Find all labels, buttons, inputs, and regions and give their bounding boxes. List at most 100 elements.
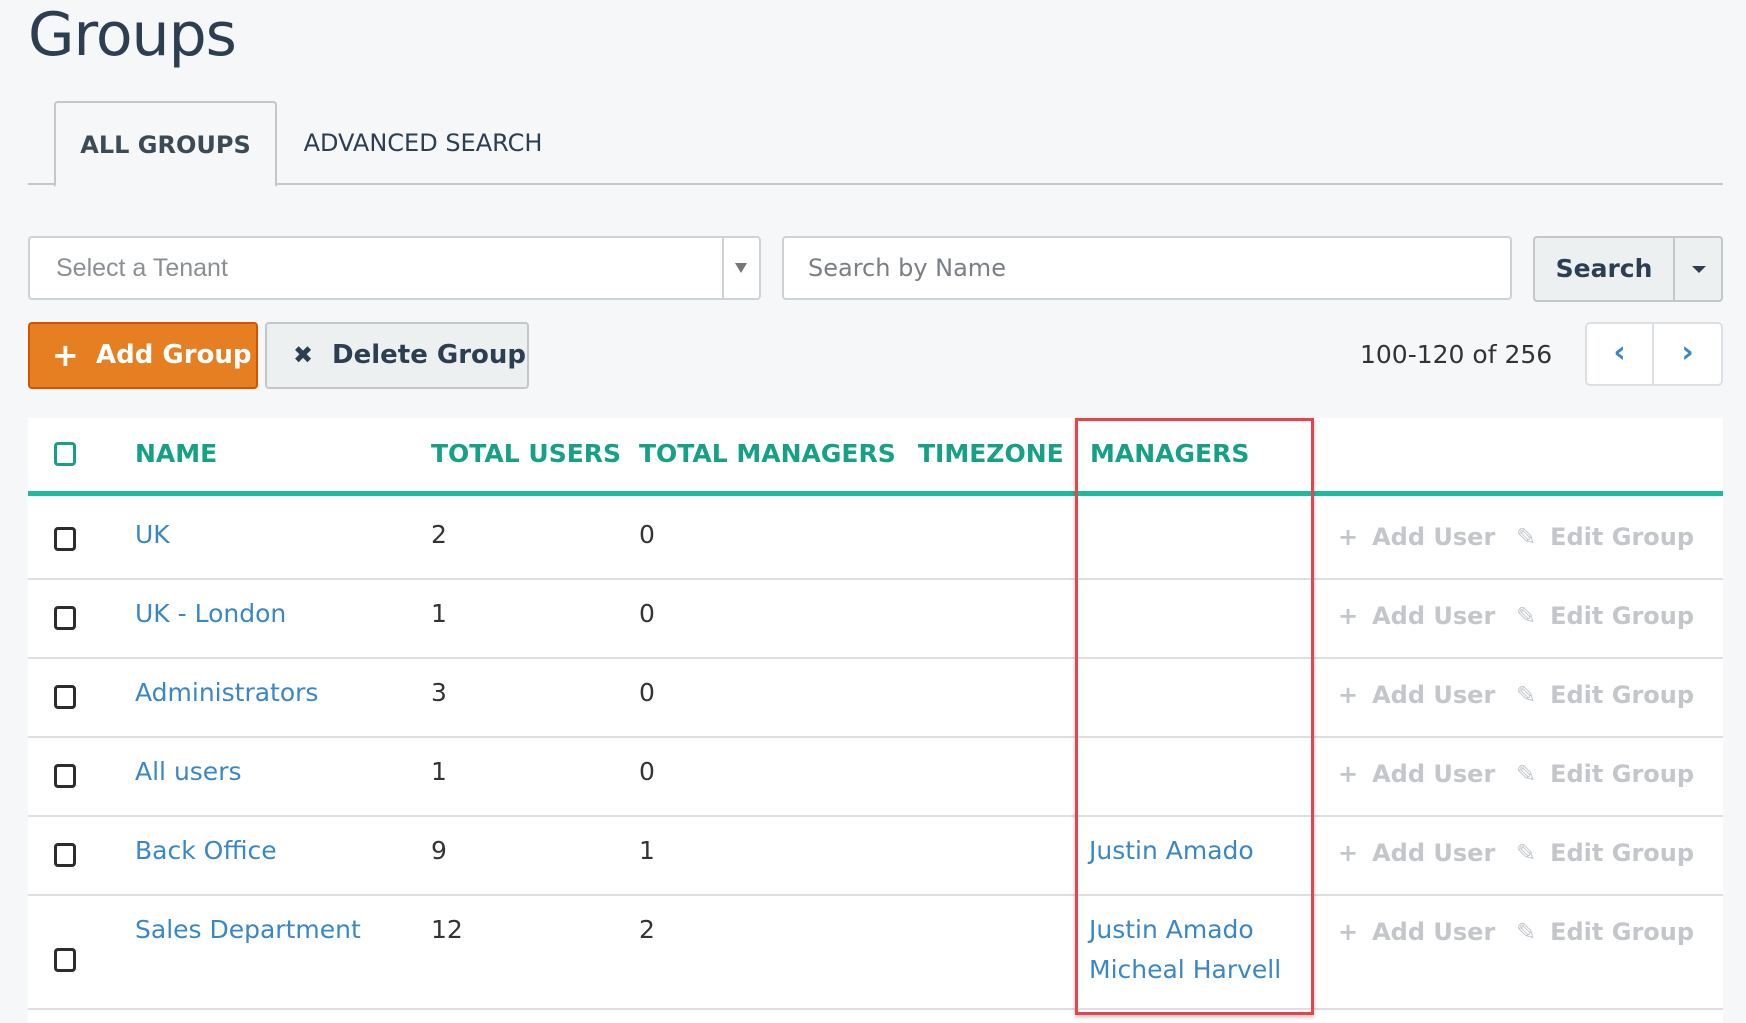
total-users-value: 2 [431, 520, 447, 549]
group-name-link[interactable]: Administrators [135, 673, 318, 713]
row-checkbox[interactable] [54, 948, 76, 972]
edit-group-label: Edit Group [1550, 602, 1695, 630]
caret-down-icon [735, 263, 747, 273]
total-users-value: 12 [431, 915, 463, 944]
plus-icon: + [1338, 681, 1359, 709]
edit-group-button[interactable]: ✎ Edit Group [1516, 754, 1694, 794]
caret-down-icon [1692, 266, 1706, 273]
edit-icon: ✎ [1516, 681, 1537, 709]
edit-icon: ✎ [1516, 602, 1537, 630]
tab-advanced-search[interactable]: ADVANCED SEARCH [288, 101, 558, 185]
group-name-link[interactable]: UK [135, 515, 170, 555]
column-header-managers[interactable]: MANAGERS [1090, 418, 1249, 490]
select-all-checkbox[interactable] [54, 442, 76, 466]
manager-link[interactable]: Micheal Harvell [1089, 950, 1281, 990]
add-group-label: Add Group [96, 340, 252, 370]
table-row: All users 1 0 + Add User ✎ Edit Group [28, 738, 1723, 817]
delete-group-button[interactable]: ✖ Delete Group [265, 322, 529, 389]
tenant-select-toggle[interactable] [722, 238, 759, 298]
manager-link[interactable]: Justin Amado [1089, 831, 1254, 871]
edit-group-label: Edit Group [1550, 681, 1695, 709]
plus-icon: + [1338, 918, 1359, 946]
edit-group-label: Edit Group [1550, 523, 1695, 551]
search-button[interactable]: Search [1535, 238, 1673, 300]
add-user-label: Add User [1372, 918, 1496, 946]
edit-group-label: Edit Group [1550, 839, 1695, 867]
pagination-controls: ‹ › [1585, 322, 1723, 386]
edit-icon: ✎ [1516, 918, 1537, 946]
edit-icon: ✎ [1516, 839, 1537, 867]
total-users-value: 1 [431, 599, 447, 628]
tenant-select[interactable]: Select a Tenant [28, 236, 761, 300]
search-options-dropdown-button[interactable] [1673, 238, 1721, 300]
group-name-link[interactable]: UK - London [135, 594, 286, 634]
column-header-total-users[interactable]: TOTAL USERS [431, 418, 621, 490]
manager-link[interactable]: Justin Amado [1089, 910, 1281, 950]
add-user-button[interactable]: + Add User [1338, 833, 1495, 873]
add-user-label: Add User [1372, 602, 1496, 630]
row-checkbox[interactable] [54, 843, 76, 867]
add-user-label: Add User [1372, 839, 1496, 867]
group-name-link[interactable]: Sales Department [135, 910, 361, 950]
table-row: UK 2 0 + Add User ✎ Edit Group [28, 501, 1723, 580]
plus-icon: + [1338, 523, 1359, 551]
add-user-button[interactable]: + Add User [1338, 517, 1495, 557]
total-managers-value: 0 [639, 678, 655, 707]
add-user-button[interactable]: + Add User [1338, 754, 1495, 794]
managers-cell: Justin Amado [1089, 831, 1254, 871]
add-user-button[interactable]: + Add User [1338, 912, 1495, 952]
add-group-button[interactable]: + Add Group [28, 322, 258, 389]
add-user-label: Add User [1372, 760, 1496, 788]
search-by-name-input[interactable] [782, 236, 1512, 300]
plus-icon: + [1338, 760, 1359, 788]
edit-group-button[interactable]: ✎ Edit Group [1516, 675, 1694, 715]
row-checkbox[interactable] [54, 527, 76, 551]
group-name-link[interactable]: Back Office [135, 831, 277, 871]
total-users-value: 3 [431, 678, 447, 707]
table-row: Sales Department 12 2 Justin Amado Micheal H… [28, 896, 1723, 1010]
add-user-label: Add User [1372, 681, 1496, 709]
plus-icon: + [1338, 602, 1359, 630]
close-icon: ✖ [293, 341, 314, 369]
row-checkbox[interactable] [54, 606, 76, 630]
edit-group-button[interactable]: ✎ Edit Group [1516, 596, 1694, 636]
total-managers-value: 0 [639, 757, 655, 786]
table-row: Back Office 9 1 Justin Amado + Add User ✎ Edit … [28, 817, 1723, 896]
tab-bar: ALL GROUPS ADVANCED SEARCH [28, 101, 1723, 187]
add-user-button[interactable]: + Add User [1338, 596, 1495, 636]
page-title: Groups [28, 0, 237, 70]
edit-group-label: Edit Group [1550, 760, 1695, 788]
plus-icon: + [52, 336, 79, 374]
row-checkbox[interactable] [54, 764, 76, 788]
tenant-select-placeholder: Select a Tenant [56, 254, 228, 282]
column-header-timezone[interactable]: TIMEZONE [918, 418, 1064, 490]
total-managers-value: 0 [639, 599, 655, 628]
add-user-button[interactable]: + Add User [1338, 675, 1495, 715]
managers-cell: Justin Amado Micheal Harvell [1089, 910, 1281, 990]
column-header-total-managers[interactable]: TOTAL MANAGERS [639, 418, 896, 490]
group-name-link[interactable]: All users [135, 752, 242, 792]
edit-group-button[interactable]: ✎ Edit Group [1516, 517, 1694, 557]
edit-icon: ✎ [1516, 760, 1537, 788]
row-checkbox[interactable] [54, 685, 76, 709]
chevron-left-icon: ‹ [1613, 335, 1626, 370]
total-managers-value: 2 [639, 915, 655, 944]
add-user-label: Add User [1372, 523, 1496, 551]
table-row: UK - London 1 0 + Add User ✎ Edit Group [28, 580, 1723, 659]
column-header-name[interactable]: NAME [135, 418, 217, 490]
edit-group-button[interactable]: ✎ Edit Group [1516, 912, 1694, 952]
previous-page-button[interactable]: ‹ [1587, 324, 1654, 384]
edit-group-button[interactable]: ✎ Edit Group [1516, 833, 1694, 873]
edit-group-label: Edit Group [1550, 918, 1695, 946]
edit-icon: ✎ [1516, 523, 1537, 551]
pagination-range: 100-120 of 256 [1360, 340, 1553, 369]
total-managers-value: 1 [639, 836, 655, 865]
total-users-value: 1 [431, 757, 447, 786]
total-managers-value: 0 [639, 520, 655, 549]
search-button-group: Search [1533, 236, 1723, 302]
delete-group-label: Delete Group [332, 340, 527, 370]
total-users-value: 9 [431, 836, 447, 865]
chevron-right-icon: › [1681, 335, 1694, 370]
tab-all-groups[interactable]: ALL GROUPS [54, 101, 277, 187]
next-page-button[interactable]: › [1654, 324, 1721, 384]
